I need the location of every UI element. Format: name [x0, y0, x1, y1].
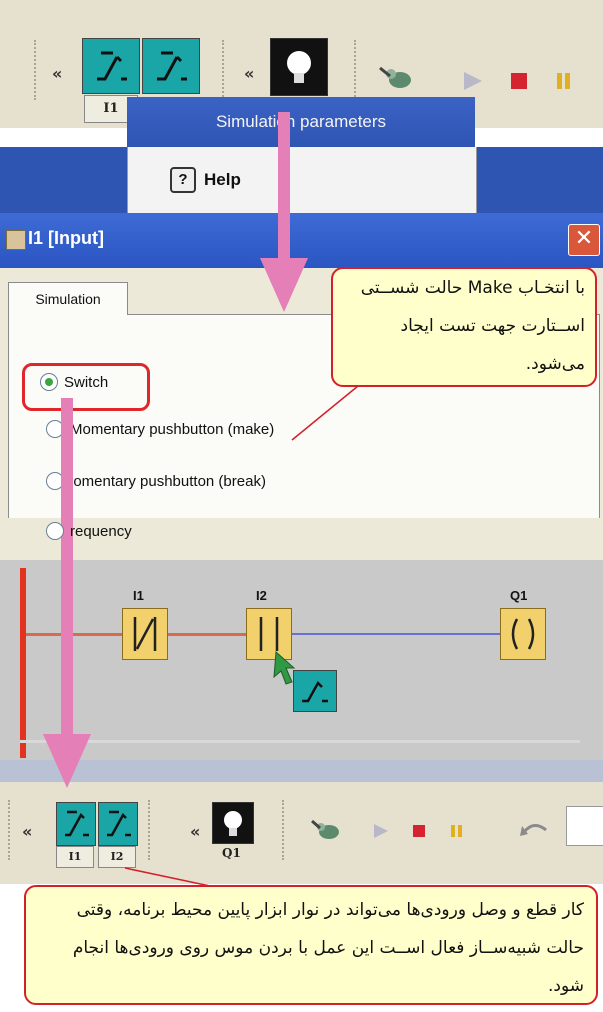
- callout-toolbar-note: کار قطع و وصل ورودی‌ها می‌تواند در نوار …: [24, 885, 598, 1005]
- radio-label: requency: [70, 522, 132, 540]
- radio-icon: [46, 522, 64, 540]
- callout-make-note: با انتخـاب Make حالت شســتی اســتارت جهت…: [331, 267, 597, 387]
- radio-frequency[interactable]: requency: [46, 522, 132, 540]
- callout-pointer-lines: [124, 385, 359, 887]
- arrow-shaft: [61, 398, 73, 738]
